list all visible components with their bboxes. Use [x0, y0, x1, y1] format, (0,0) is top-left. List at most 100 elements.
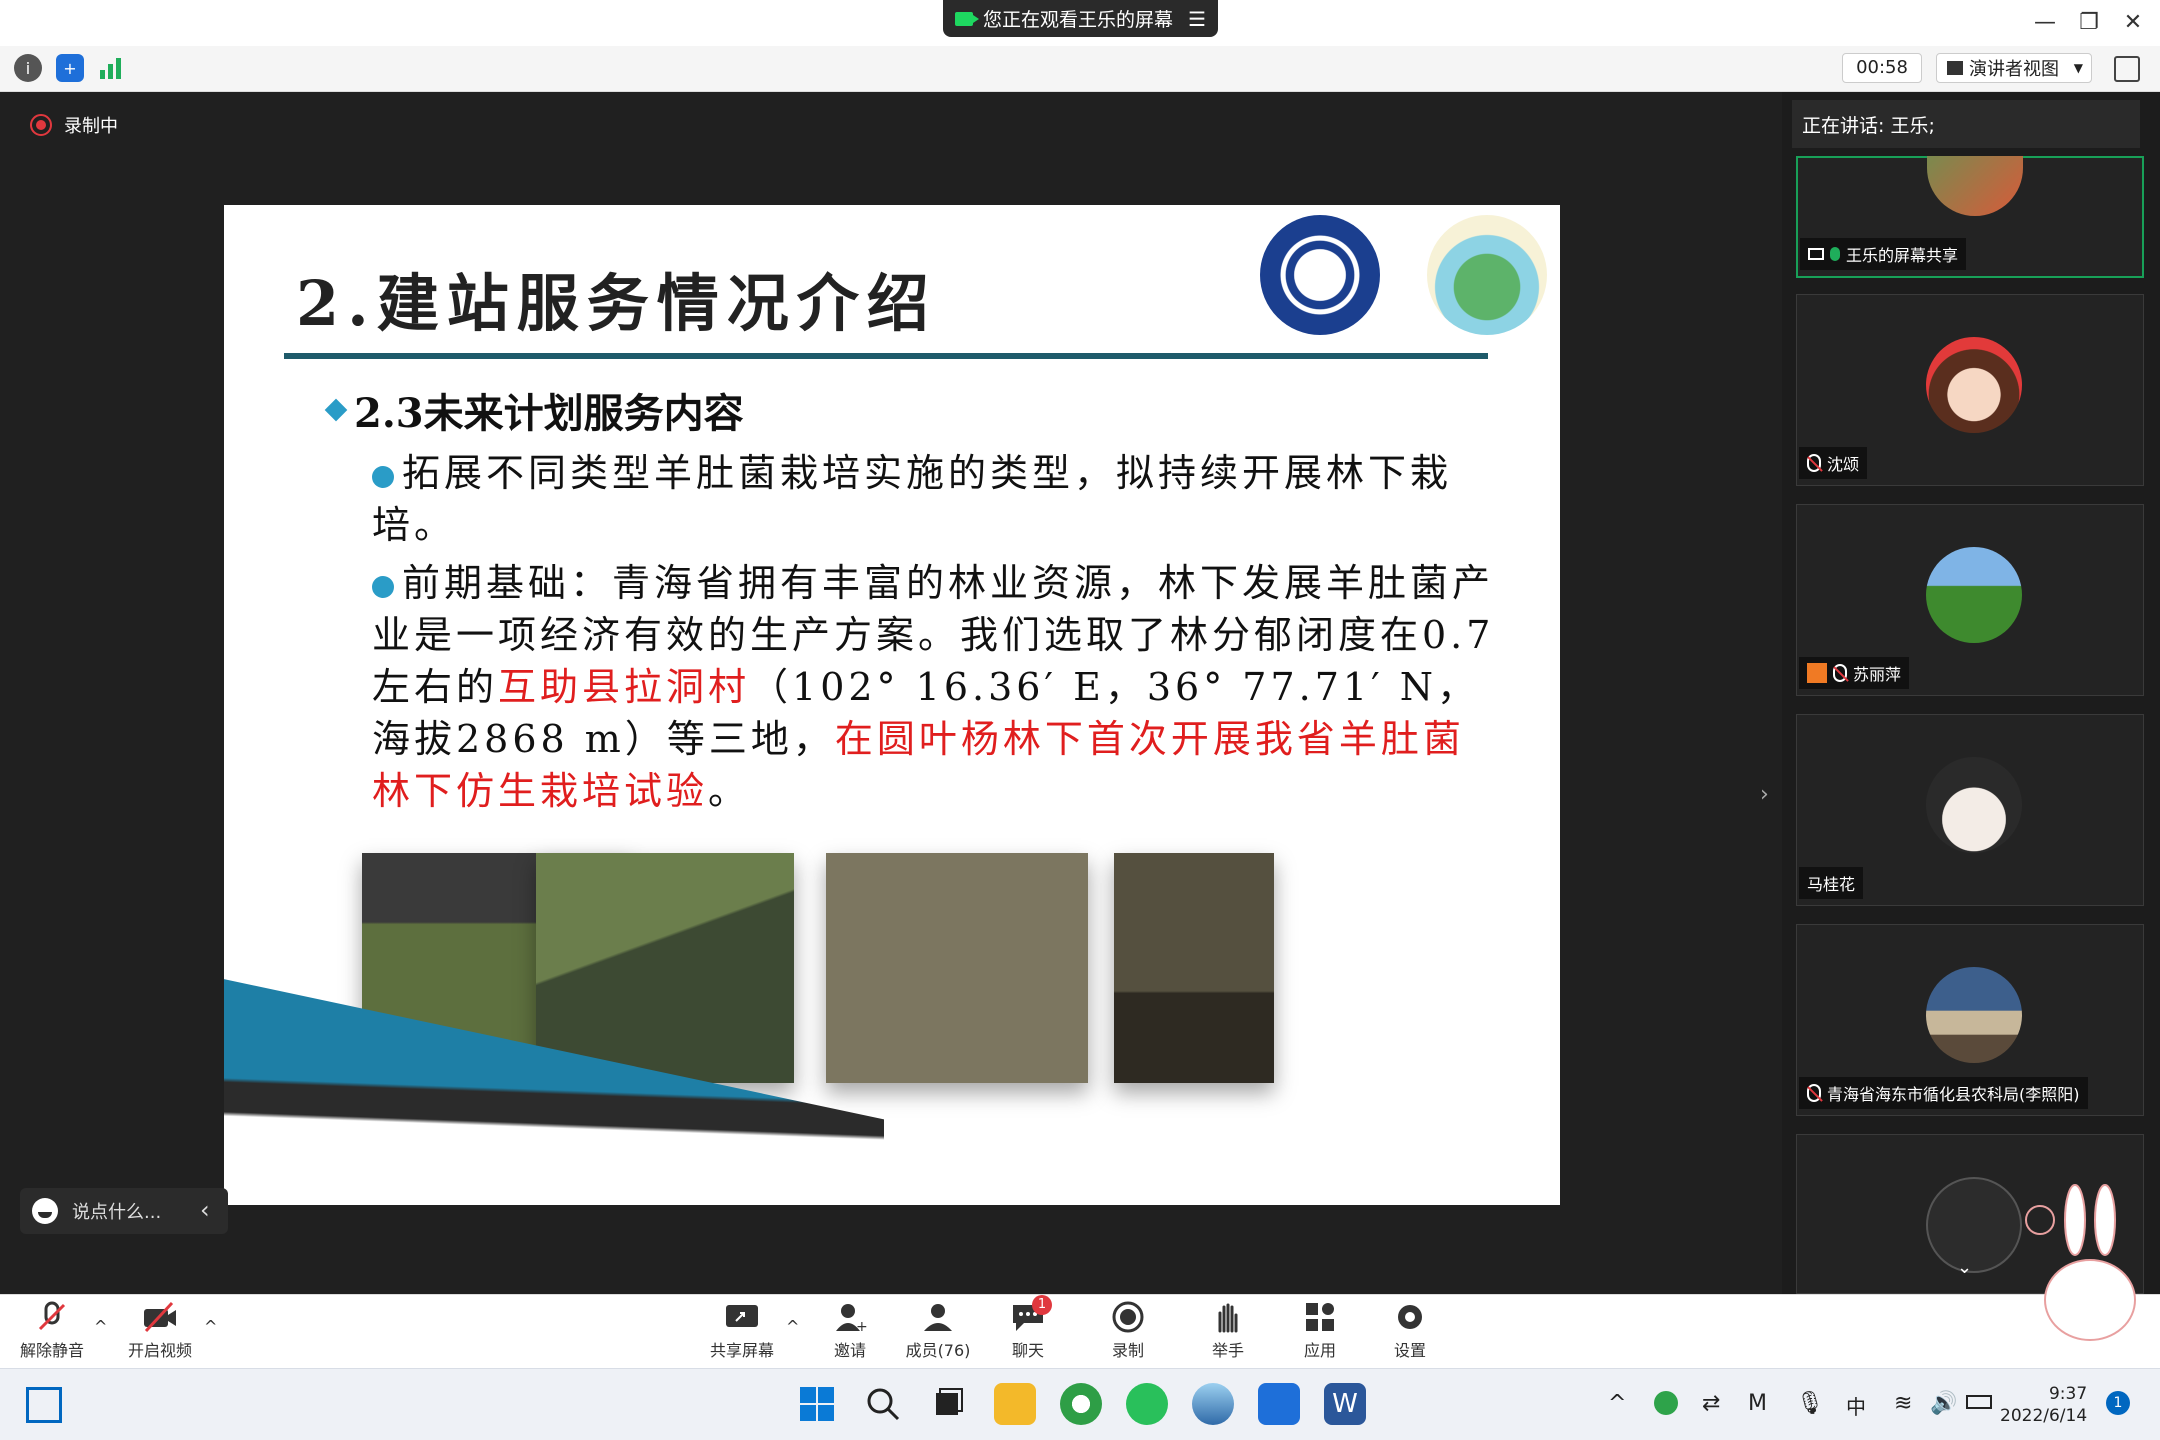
bullet-dot-icon — [372, 575, 394, 598]
settings-button[interactable]: 设置 — [1364, 1301, 1456, 1361]
invite-button[interactable]: + 邀请 — [804, 1301, 896, 1361]
chevron-up-icon[interactable]: ^ — [204, 1317, 217, 1336]
mic-muted-icon — [34, 1301, 70, 1333]
field-workers-photo — [536, 853, 794, 1083]
widgets-icon[interactable] — [26, 1387, 62, 1423]
participant-tile[interactable]: 青海省海东市循化县农科局(李照阳) — [1796, 924, 2144, 1116]
chevron-down-icon: ▼ — [2073, 61, 2083, 75]
avatar — [1926, 337, 2022, 433]
notification-badge[interactable]: 1 — [2106, 1391, 2130, 1415]
system-clock[interactable]: 9:37 2022/6/14 — [2000, 1383, 2087, 1427]
chevron-left-icon[interactable]: ‹ — [200, 1196, 210, 1224]
browser-icon[interactable] — [1060, 1383, 1102, 1425]
hand-icon — [1210, 1301, 1246, 1333]
participant-name: 马桂花 — [1807, 875, 1856, 894]
participant-tile-sharer[interactable]: 王乐的屏幕共享 — [1796, 156, 2144, 278]
wifi-icon[interactable]: ≋ — [1894, 1391, 1912, 1416]
screen-share-icon — [1808, 248, 1824, 260]
invite-label: 邀请 — [833, 1341, 866, 1360]
minimize-button[interactable]: — — [2030, 8, 2060, 38]
rabbit-sticker-decoration — [2020, 1180, 2150, 1360]
meeting-timer: 00:58 — [1842, 53, 1922, 83]
chat-icon: 1 — [1010, 1295, 1052, 1333]
title-divider — [284, 353, 1488, 359]
slide-bullet-1: 拓展不同类型羊肚菌栽培实施的类型，拟持续开展林下栽培。 — [372, 447, 1502, 551]
chat-input-placeholder: 说点什么... — [72, 1202, 162, 1223]
slide-subtitle-text: 2.3未来计划服务内容 — [354, 390, 744, 437]
svg-text:+: + — [856, 1319, 868, 1333]
members-label: 成员(76) — [905, 1341, 971, 1360]
share-screen-button[interactable]: 共享屏幕 — [696, 1301, 788, 1361]
recording-dot-icon — [30, 114, 52, 136]
slide-subtitle: 2.3未来计划服务内容 — [324, 381, 744, 439]
start-menu-icon[interactable] — [796, 1383, 838, 1425]
apps-button[interactable]: 应用 — [1274, 1301, 1366, 1361]
raise-hand-button[interactable]: 举手 — [1182, 1301, 1274, 1361]
view-mode-dropdown[interactable]: 演讲者视图 ▼ — [1936, 53, 2092, 83]
chevron-down-icon[interactable]: ⌄ — [1957, 1257, 1972, 1278]
participant-name: 青海省海东市循化县农科局(李照阳) — [1827, 1085, 2080, 1104]
start-video-button[interactable]: 开启视频 — [114, 1301, 206, 1361]
apps-grid-icon — [1302, 1301, 1338, 1333]
chevron-up-icon[interactable]: ^ — [94, 1317, 107, 1336]
participant-namebar: 王乐的屏幕共享 — [1800, 238, 1967, 270]
file-explorer-icon[interactable] — [994, 1383, 1036, 1425]
gear-icon — [1392, 1301, 1428, 1333]
signal-strength-icon[interactable] — [98, 56, 124, 80]
record-button[interactable]: 录制 — [1082, 1301, 1174, 1361]
ime-indicator[interactable]: 中 — [1846, 1391, 1866, 1420]
participant-namebar: 沈颂 — [1799, 447, 1868, 479]
quick-chat-input[interactable]: 说点什么... — [20, 1188, 228, 1234]
mic-muted-icon — [1833, 664, 1847, 682]
bullet-2-red-location: 互助县拉洞村 — [498, 665, 751, 709]
qinghai-university-logo — [1260, 215, 1380, 335]
chevron-up-icon[interactable]: ^ — [786, 1317, 799, 1336]
chat-button[interactable]: 1 聊天 — [982, 1295, 1074, 1361]
chevron-right-icon[interactable]: › — [1760, 782, 1769, 807]
morel-closeup-photo — [1114, 853, 1274, 1083]
avatar — [1926, 547, 2022, 643]
volume-icon[interactable]: 🔊 — [1930, 1391, 1957, 1416]
diamond-bullet-icon — [324, 398, 348, 422]
fullscreen-icon[interactable] — [2114, 56, 2140, 82]
unmute-button[interactable]: 解除静音 — [6, 1301, 98, 1361]
share-camera-icon — [955, 11, 979, 26]
meeting-app-icon[interactable] — [1258, 1383, 1300, 1425]
restore-button[interactable]: ❐ — [2074, 8, 2104, 38]
tray-mail-icon[interactable]: M — [1748, 1391, 1767, 1416]
participant-tile[interactable]: 沈颂 — [1796, 294, 2144, 486]
chevron-up-icon[interactable]: ^ — [1608, 1391, 1626, 1416]
photos-app-icon[interactable] — [1192, 1383, 1234, 1425]
tray-app-icon[interactable] — [1654, 1391, 1678, 1415]
bullet-2-text-end: 。 — [708, 769, 751, 813]
speaking-text: 正在讲话: 王乐; — [1802, 114, 1935, 137]
add-user-icon: + — [832, 1301, 868, 1335]
meeting-toolbar: i + 00:58 演讲者视图 ▼ — [0, 46, 2160, 92]
wechat-icon[interactable] — [1126, 1383, 1168, 1425]
screen-share-banner[interactable]: 您正在观看王乐的屏幕 ☰ — [943, 0, 1218, 37]
screen-banner-text: 您正在观看王乐的屏幕 — [983, 9, 1174, 31]
meeting-controls-bar: 解除静音 ^ 开启视频 ^ 共享屏幕 ^ + 邀请 成员(76) 1 聊天 录制 — [0, 1294, 2160, 1368]
microphone-icon[interactable]: 🎙 — [1796, 1391, 1824, 1416]
record-label: 录制 — [1111, 1341, 1144, 1360]
participant-tile[interactable]: 马桂花 — [1796, 714, 2144, 906]
clock-time: 9:37 — [2048, 1384, 2088, 1404]
tray-sync-icon[interactable]: ⇄ — [1702, 1391, 1720, 1416]
recording-indicator[interactable]: 录制中 — [30, 112, 118, 138]
close-button[interactable]: ✕ — [2118, 8, 2148, 38]
participant-tile[interactable]: 苏丽萍 — [1796, 504, 2144, 696]
emoji-icon[interactable] — [32, 1198, 58, 1224]
battery-icon[interactable] — [1966, 1395, 1992, 1409]
search-icon[interactable] — [862, 1383, 904, 1425]
info-icon[interactable]: i — [14, 54, 42, 82]
word-icon[interactable]: W — [1324, 1383, 1366, 1425]
members-icon — [920, 1301, 956, 1333]
chat-label: 聊天 — [1011, 1341, 1044, 1360]
task-view-icon[interactable] — [928, 1383, 970, 1425]
security-shield-icon[interactable]: + — [56, 54, 84, 82]
slide-bullet-2: 前期基础：青海省拥有丰富的林业资源，林下发展羊肚菌产业是一项经济有效的生产方案。… — [372, 557, 1502, 817]
members-button[interactable]: 成员(76) — [892, 1301, 984, 1361]
view-mode-label: 演讲者视图 — [1969, 59, 2059, 80]
bullet-1-text: 拓展不同类型羊肚菌栽培实施的类型，拟持续开展林下栽培。 — [372, 451, 1453, 547]
banner-menu-icon[interactable]: ☰ — [1188, 7, 1206, 31]
